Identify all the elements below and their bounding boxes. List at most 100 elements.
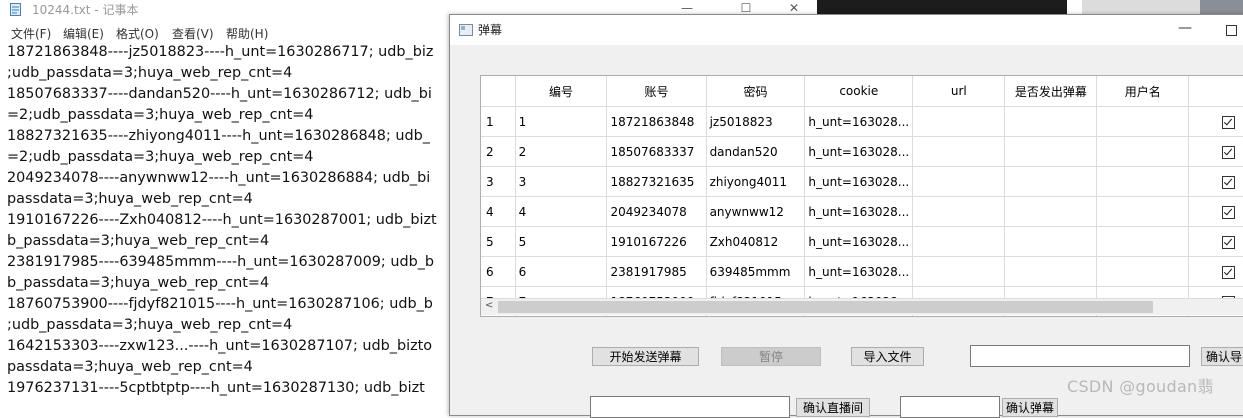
cell-cookie[interactable]: h_unt=163028... xyxy=(804,106,914,137)
cell-url[interactable] xyxy=(912,196,1006,227)
start-danmu-button[interactable]: 开始发送弹幕 xyxy=(592,347,699,366)
cell-checkbox xyxy=(1188,226,1243,257)
cell-password[interactable]: dandan520 xyxy=(706,136,806,167)
table-row[interactable]: 3 3 18827321635 zhiyong4011 h_unt=163028... xyxy=(481,166,1243,197)
cell-sent[interactable] xyxy=(1004,256,1098,287)
notepad-title: 10244.txt - 记事本 xyxy=(32,3,139,17)
column-header-id[interactable]: 编号 xyxy=(515,76,608,107)
cell-id[interactable]: 5 xyxy=(515,226,608,257)
confirm-room-button[interactable]: 确认直播间 xyxy=(796,398,870,417)
danmu-text-input[interactable] xyxy=(900,396,1000,418)
row-number[interactable]: 2 xyxy=(481,136,516,167)
cell-account[interactable]: 18827321635 xyxy=(606,166,707,197)
cell-id[interactable]: 4 xyxy=(515,196,608,227)
maximize-icon[interactable] xyxy=(1226,25,1237,36)
row-number[interactable]: 1 xyxy=(481,106,516,137)
danmu-dialog: 弹幕 — 编号 账号 密码 cookie url 是否发出弹幕 用户名 1 1 … xyxy=(449,14,1243,418)
notepad-line: 18827321635----zhiyong4011----h_unt=1630… xyxy=(7,128,430,144)
cell-url[interactable] xyxy=(912,106,1006,137)
table-row[interactable]: 6 6 2381917985 639485mmm h_unt=163028... xyxy=(481,256,1243,287)
cell-url[interactable] xyxy=(912,136,1006,167)
scroll-left-icon[interactable]: < xyxy=(485,300,493,311)
table-row[interactable]: 4 4 2049234078 anywnww12 h_unt=163028... xyxy=(481,196,1243,227)
menu-edit[interactable]: 编辑(E) xyxy=(63,25,104,42)
column-header-password[interactable]: 密码 xyxy=(706,76,806,107)
row-checkbox[interactable] xyxy=(1222,235,1235,249)
confirm-import-button[interactable]: 确认导 xyxy=(1201,347,1243,366)
cell-username[interactable] xyxy=(1096,256,1190,287)
menu-file[interactable]: 文件(F) xyxy=(11,25,51,42)
corner-header xyxy=(481,76,516,107)
cell-id[interactable]: 2 xyxy=(515,136,608,167)
row-checkbox[interactable] xyxy=(1222,115,1235,129)
cell-sent[interactable] xyxy=(1004,196,1098,227)
table-row[interactable]: 1 1 18721863848 jz5018823 h_unt=163028... xyxy=(481,106,1243,137)
cell-cookie[interactable]: h_unt=163028... xyxy=(804,256,914,287)
cell-url[interactable] xyxy=(912,256,1006,287)
row-checkbox[interactable] xyxy=(1222,175,1235,189)
account-table[interactable]: 编号 账号 密码 cookie url 是否发出弹幕 用户名 1 1 1872186… xyxy=(480,75,1243,317)
notepad-text-area[interactable]: 18721863848----jz5018823----h_unt=163028… xyxy=(7,42,437,399)
notepad-line: ;udb_passdata=3;huya_web_rep_cnt=4 xyxy=(7,65,293,81)
cell-account[interactable]: 2381917985 xyxy=(606,256,707,287)
column-header-url[interactable]: url xyxy=(912,76,1006,107)
cell-account[interactable]: 2049234078 xyxy=(606,196,707,227)
cell-cookie[interactable]: h_unt=163028... xyxy=(804,196,914,227)
table-row[interactable]: 2 2 18507683337 dandan520 h_unt=163028... xyxy=(481,136,1243,167)
cell-password[interactable]: anywnww12 xyxy=(706,196,806,227)
cell-username[interactable] xyxy=(1096,136,1190,167)
cell-username[interactable] xyxy=(1096,106,1190,137)
scrollbar-thumb[interactable] xyxy=(498,301,1153,313)
menu-format[interactable]: 格式(O) xyxy=(116,25,159,42)
column-header-account[interactable]: 账号 xyxy=(606,76,707,107)
row-checkbox[interactable] xyxy=(1222,265,1235,279)
cell-password[interactable]: 639485mmm xyxy=(706,256,806,287)
notepad-line: 1910167226----Zxh040812----h_unt=1630287… xyxy=(7,212,437,228)
minimize-icon[interactable]: — xyxy=(1178,20,1192,36)
menu-view[interactable]: 查看(V) xyxy=(172,25,214,42)
cell-sent[interactable] xyxy=(1004,106,1098,137)
column-header-cookie[interactable]: cookie xyxy=(804,76,914,107)
cell-sent[interactable] xyxy=(1004,226,1098,257)
row-number[interactable]: 3 xyxy=(481,166,516,197)
cell-username[interactable] xyxy=(1096,226,1190,257)
notepad-line: b_passdata=3;huya_web_rep_cnt=4 xyxy=(7,233,270,249)
file-path-input[interactable] xyxy=(970,345,1190,367)
cell-password[interactable]: jz5018823 xyxy=(706,106,806,137)
cell-username[interactable] xyxy=(1096,196,1190,227)
row-number[interactable]: 4 xyxy=(481,196,516,227)
cell-id[interactable]: 3 xyxy=(515,166,608,197)
row-number[interactable]: 6 xyxy=(481,256,516,287)
cell-username[interactable] xyxy=(1096,166,1190,197)
cell-cookie[interactable]: h_unt=163028... xyxy=(804,136,914,167)
confirm-danmu-button[interactable]: 确认弹幕 xyxy=(1002,398,1058,417)
cell-account[interactable]: 18507683337 xyxy=(606,136,707,167)
cell-cookie[interactable]: h_unt=163028... xyxy=(804,226,914,257)
cell-url[interactable] xyxy=(912,226,1006,257)
column-header-sent[interactable]: 是否发出弹幕 xyxy=(1004,76,1098,107)
notepad-line: 2381917985----639485mmm----h_unt=1630287… xyxy=(7,254,435,270)
notepad-line: 2049234078----anywnww12----h_unt=1630286… xyxy=(7,170,431,186)
row-checkbox[interactable] xyxy=(1222,145,1235,159)
cell-password[interactable]: zhiyong4011 xyxy=(706,166,806,197)
pause-button[interactable]: 暂停 xyxy=(721,347,821,366)
cell-password[interactable]: Zxh040812 xyxy=(706,226,806,257)
table-row[interactable]: 5 5 1910167226 Zxh040812 h_unt=163028... xyxy=(481,226,1243,257)
menu-help[interactable]: 帮助(H) xyxy=(226,25,268,42)
row-number[interactable]: 5 xyxy=(481,226,516,257)
cell-sent[interactable] xyxy=(1004,136,1098,167)
cell-account[interactable]: 1910167226 xyxy=(606,226,707,257)
import-file-button[interactable]: 导入文件 xyxy=(851,347,924,366)
column-header-username[interactable]: 用户名 xyxy=(1096,76,1190,107)
horizontal-scrollbar[interactable]: < xyxy=(481,298,1243,315)
cell-url[interactable] xyxy=(912,166,1006,197)
notepad-line: b_passdata=3;huya_web_rep_cnt=4 xyxy=(7,275,270,291)
cell-account[interactable]: 18721863848 xyxy=(606,106,707,137)
cell-sent[interactable] xyxy=(1004,166,1098,197)
live-room-input[interactable] xyxy=(590,396,790,418)
notepad-line: 1642153303----zxw123...----h_unt=1630287… xyxy=(7,338,433,354)
cell-cookie[interactable]: h_unt=163028... xyxy=(804,166,914,197)
row-checkbox[interactable] xyxy=(1222,205,1235,219)
cell-id[interactable]: 1 xyxy=(515,106,608,137)
cell-id[interactable]: 6 xyxy=(515,256,608,287)
